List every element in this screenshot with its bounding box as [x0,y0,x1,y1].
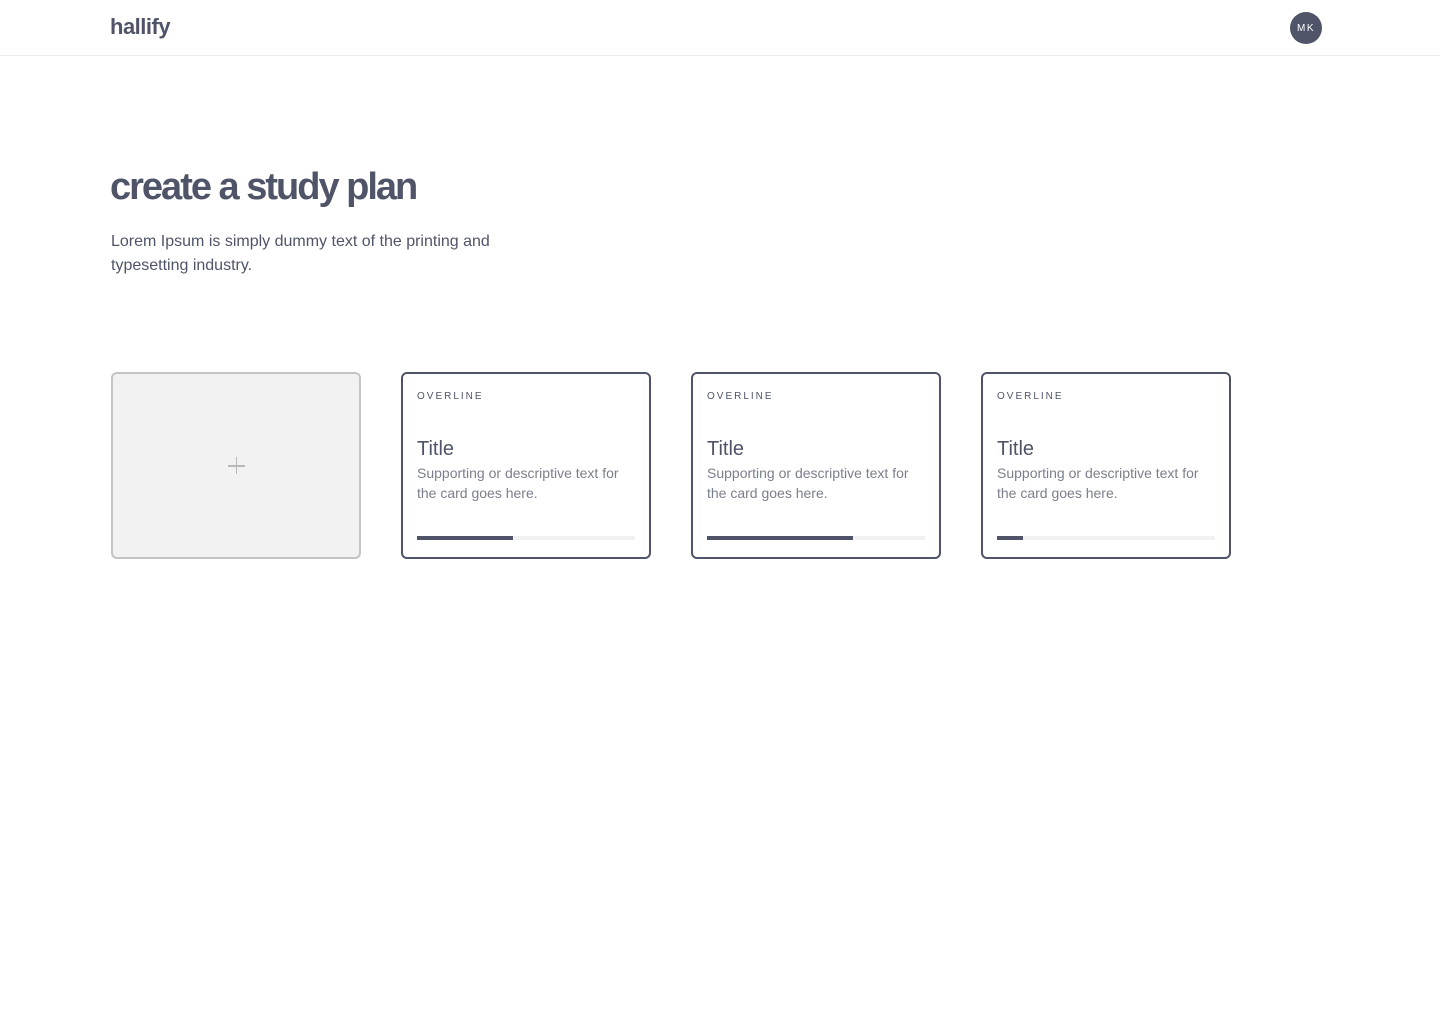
page-subtitle: Lorem Ipsum is simply dummy text of the … [111,233,490,274]
study-plan-card[interactable]: OVERLINE Title Supporting or descriptive… [691,372,941,559]
card-progress-bar [997,536,1215,540]
add-study-plan-button[interactable] [111,372,361,559]
card-overline: OVERLINE [417,391,484,402]
card-progress-bar [417,536,635,540]
page-title: create a study plan [110,166,418,208]
card-title: Title [417,438,455,460]
top-navigation-bar: hallify MK [0,0,1440,56]
study-plan-card[interactable]: OVERLINE Title Supporting or descriptive… [981,372,1231,559]
card-title: Title [707,438,745,460]
card-overline: OVERLINE [997,391,1064,402]
card-progress-fill [997,536,1024,540]
hallify-logo[interactable]: hallify [110,14,171,40]
plus-icon [227,457,245,474]
user-avatar[interactable]: MK [1290,12,1322,44]
card-description: Supporting or descriptive text for the c… [417,465,619,501]
card-overline: OVERLINE [707,391,774,402]
card-progress-bar [707,536,925,540]
card-progress-fill [417,536,513,540]
card-description: Supporting or descriptive text for the c… [707,465,909,501]
card-description: Supporting or descriptive text for the c… [997,465,1199,501]
card-progress-fill [707,536,854,540]
card-title: Title [997,438,1035,460]
study-plan-card[interactable]: OVERLINE Title Supporting or descriptive… [401,372,651,559]
